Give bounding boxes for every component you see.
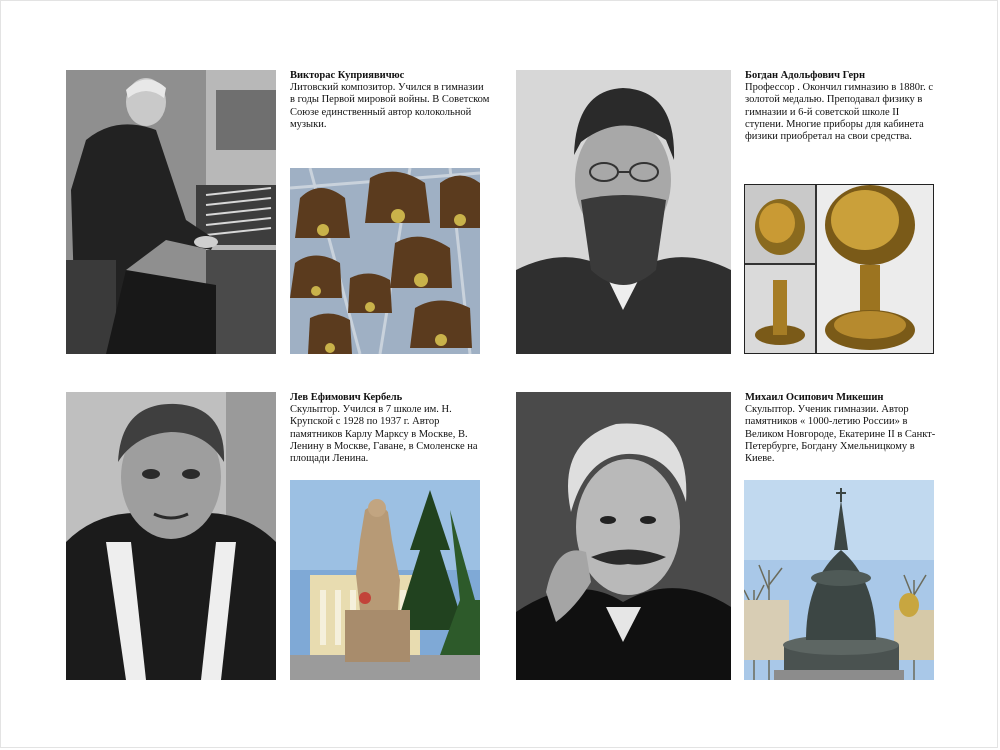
- caption-gern: Богдан Адольфович Герн Профессор . Оконч…: [745, 70, 940, 143]
- caption-mikeshin: Михаил Осипович Микешин Скульптор. Учени…: [745, 392, 940, 465]
- bells-photo: [290, 168, 480, 354]
- portrait-photo-mikeshin: [516, 392, 731, 680]
- person-bio: Скульптор. Учился в 7 школе им. Н. Крупс…: [290, 404, 478, 465]
- physics-instruments-photo: [744, 184, 934, 354]
- person-name: Михаил Осипович Микешин: [745, 392, 884, 403]
- person-bio: Скульптор. Ученик гимназии. Автор памятн…: [745, 404, 936, 465]
- caption-kerbel: Лев Ефимович Кербель Скульптор. Учился в…: [290, 392, 480, 465]
- millennium-of-russia-monument-photo: [744, 480, 934, 680]
- caption-kupriyavichyus: Викторас Куприявичюс Литовский композито…: [290, 70, 490, 131]
- person-bio: Литовский композитор. Учился в гимназии …: [290, 82, 490, 130]
- person-name: Богдан Адольфович Герн: [745, 70, 866, 81]
- lenin-monument-photo: [290, 480, 480, 680]
- person-bio: Профессор . Окончил гимназию в 1880г. с …: [745, 82, 933, 143]
- person-name: Лев Ефимович Кербель: [290, 392, 403, 403]
- portrait-photo-gern: [516, 70, 731, 354]
- portrait-photo-kerbel: [66, 392, 276, 680]
- person-name: Викторас Куприявичюс: [290, 70, 405, 81]
- portrait-photo-kupriyavichyus: [66, 70, 276, 354]
